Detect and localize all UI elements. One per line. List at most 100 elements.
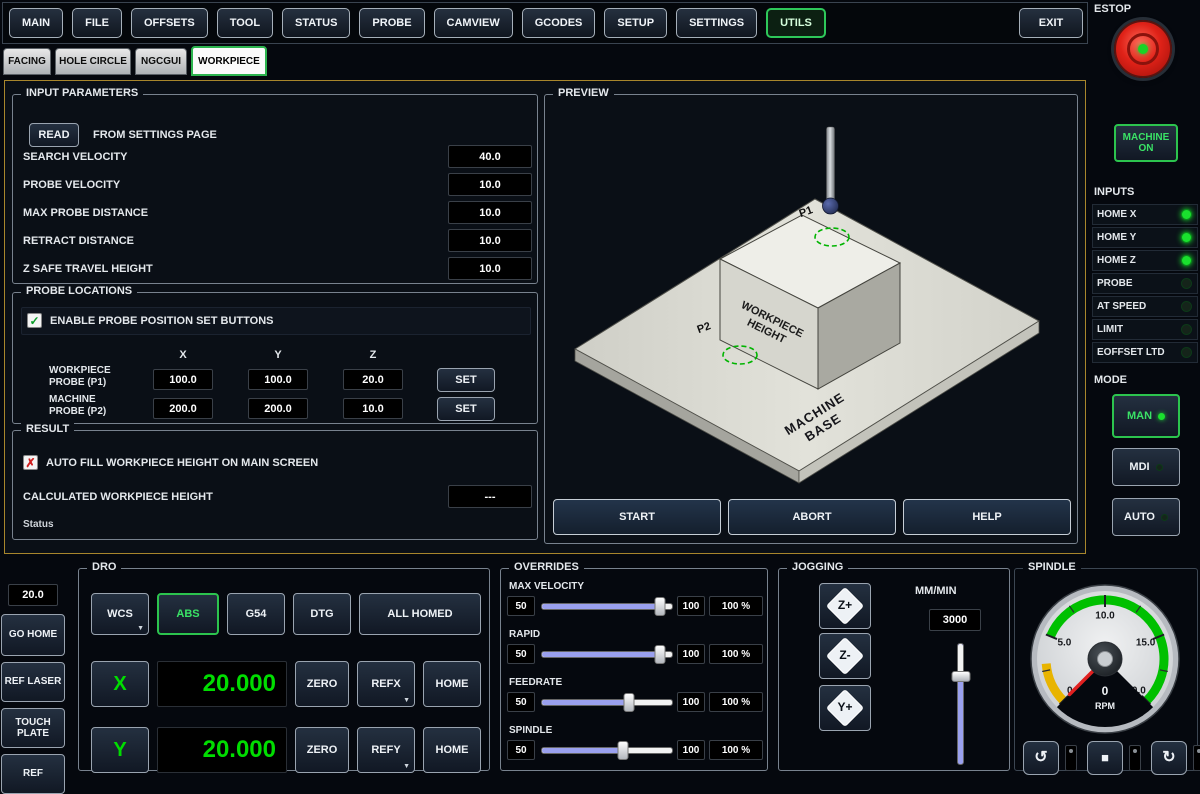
touch-plate-button[interactable]: TOUCH PLATE	[1, 708, 65, 748]
refy-button[interactable]: REFY	[357, 727, 415, 773]
menu-item-camview[interactable]: CAMVIEW	[434, 8, 513, 38]
param-value-retract-distance[interactable]: 10.0	[448, 229, 532, 252]
preview-title: PREVIEW	[553, 87, 614, 99]
dro-title: DRO	[87, 561, 121, 573]
x-home-button[interactable]: HOME	[423, 661, 481, 707]
autofill-checkbox[interactable]	[23, 455, 38, 470]
slider-handle[interactable]	[655, 597, 666, 616]
p1-y-value[interactable]: 100.0	[248, 369, 308, 390]
refx-button[interactable]: REFX	[357, 661, 415, 707]
probe-locations-title: PROBE LOCATIONS	[21, 285, 137, 297]
axis-x-button[interactable]: X	[91, 661, 149, 707]
tab-facing[interactable]: FACING	[3, 48, 51, 75]
jog-speed-slider[interactable]	[957, 643, 964, 765]
x-zero-button[interactable]: ZERO	[295, 661, 349, 707]
calc-height-label: CALCULATED WORKPIECE HEIGHT	[23, 491, 213, 503]
read-button[interactable]: READ	[29, 123, 79, 147]
spindle-indicator-1	[1129, 745, 1141, 771]
abs-button[interactable]: ABS	[157, 593, 219, 635]
menu-item-tool[interactable]: TOOL	[217, 8, 273, 38]
tab-ngcgui[interactable]: NGCGUI	[135, 48, 187, 75]
p1-z-value[interactable]: 20.0	[343, 369, 403, 390]
jog-z-plus-button[interactable]: Z+	[819, 583, 871, 629]
max-velocity-pct: 100 %	[709, 596, 763, 616]
mode-title: MODE	[1094, 374, 1127, 386]
slider-handle[interactable]	[655, 645, 666, 664]
slider-handle[interactable]	[624, 693, 635, 712]
tab-workpiece[interactable]: WORKPIECE	[191, 46, 267, 76]
y-home-button[interactable]: HOME	[423, 727, 481, 773]
spindle-indicator-2	[1193, 745, 1200, 771]
param-value-z-safe-travel[interactable]: 10.0	[448, 257, 532, 280]
max-velocity-slider[interactable]	[541, 603, 673, 610]
enable-probe-label: ENABLE PROBE POSITION SET BUTTONS	[50, 315, 274, 327]
exit-button[interactable]: EXIT	[1019, 8, 1083, 38]
y-zero-button[interactable]: ZERO	[295, 727, 349, 773]
touch-height-value[interactable]: 20.0	[8, 584, 58, 606]
spindle-stop-button[interactable]: ■	[1087, 741, 1123, 775]
man-led	[1158, 413, 1165, 420]
p2-z-value[interactable]: 10.0	[343, 398, 403, 419]
spindle-ov-pct: 100 %	[709, 740, 763, 760]
menu-item-main[interactable]: MAIN	[9, 8, 63, 38]
p1-row-label-1: WORKPIECE	[49, 365, 111, 376]
mdi-button[interactable]: MDI	[1112, 448, 1180, 486]
abort-button[interactable]: ABORT	[728, 499, 896, 535]
p2-y-value[interactable]: 200.0	[248, 398, 308, 419]
menu-item-probe[interactable]: PROBE	[359, 8, 424, 38]
menu-item-offsets[interactable]: OFFSETS	[131, 8, 208, 38]
slider-handle[interactable]	[617, 741, 628, 760]
jog-y-plus-button[interactable]: Y+	[819, 685, 871, 731]
go-home-button[interactable]: GO HOME	[1, 614, 65, 656]
p2-x-value[interactable]: 200.0	[153, 398, 213, 419]
menu-item-file[interactable]: FILE	[72, 8, 122, 38]
tab-hole-circle[interactable]: HOLE CIRCLE	[55, 48, 131, 75]
rapid-slider[interactable]	[541, 651, 673, 658]
help-button[interactable]: HELP	[903, 499, 1071, 535]
wcs-button[interactable]: WCS	[91, 593, 149, 635]
dtg-button[interactable]: DTG	[293, 593, 351, 635]
all-homed-button[interactable]: ALL HOMED	[359, 593, 481, 635]
slider-fill	[542, 604, 660, 609]
rapid-max: 100	[677, 644, 705, 664]
enable-probe-checkbox[interactable]	[27, 313, 42, 328]
param-label-retract-distance: RETRACT DISTANCE	[23, 235, 134, 247]
menu-item-utils[interactable]: UTILS	[766, 8, 826, 38]
param-value-probe-velocity[interactable]: 10.0	[448, 173, 532, 196]
p1-set-button[interactable]: SET	[437, 368, 495, 392]
spindle-ov-slider[interactable]	[541, 747, 673, 754]
param-value-search-velocity[interactable]: 40.0	[448, 145, 532, 168]
inputs-title: INPUTS	[1094, 186, 1134, 198]
input-label-home-z: HOME Z	[1097, 255, 1136, 266]
estop-button[interactable]	[1114, 20, 1172, 78]
menu-item-gcodes[interactable]: GCODES	[522, 8, 596, 38]
jog-z-plus-label: Z+	[820, 599, 870, 613]
input-row-home-x: HOME X	[1092, 204, 1198, 225]
spindle-gauge: 0.0 5.0 10.0 15.0 20.0 0 RPM	[1021, 583, 1189, 739]
feedrate-slider[interactable]	[541, 699, 673, 706]
param-label-probe-velocity: PROBE VELOCITY	[23, 179, 120, 191]
menu-item-setup[interactable]: SETUP	[604, 8, 667, 38]
param-value-max-probe-distance[interactable]: 10.0	[448, 201, 532, 224]
ref-button[interactable]: REF	[1, 754, 65, 794]
param-label-z-safe-travel: Z SAFE TRAVEL HEIGHT	[23, 263, 153, 275]
led-home-x	[1181, 209, 1192, 220]
spindle-cw-button[interactable]: ↻	[1151, 741, 1187, 775]
menu-item-settings[interactable]: SETTINGS	[676, 8, 757, 38]
slider-handle[interactable]	[951, 671, 970, 682]
autofill-label: AUTO FILL WORKPIECE HEIGHT ON MAIN SCREE…	[46, 457, 318, 469]
spindle-ccw-button[interactable]: ↺	[1023, 741, 1059, 775]
group-overrides: OVERRIDES MAX VELOCITY 50 100 100 % RAPI…	[500, 568, 768, 771]
p2-set-button[interactable]: SET	[437, 397, 495, 421]
group-jogging: JOGGING Z+ Z- Y+ MM/MIN 3000	[778, 568, 1010, 771]
start-button[interactable]: START	[553, 499, 721, 535]
menu-item-status[interactable]: STATUS	[282, 8, 350, 38]
machine-on-button[interactable]: MACHINE ON	[1114, 124, 1178, 162]
jog-z-minus-button[interactable]: Z-	[819, 633, 871, 679]
man-button[interactable]: MAN	[1112, 394, 1180, 438]
ref-laser-button[interactable]: REF LASER	[1, 662, 65, 702]
auto-button[interactable]: AUTO	[1112, 498, 1180, 536]
g54-button[interactable]: G54	[227, 593, 285, 635]
axis-y-button[interactable]: Y	[91, 727, 149, 773]
p1-x-value[interactable]: 100.0	[153, 369, 213, 390]
